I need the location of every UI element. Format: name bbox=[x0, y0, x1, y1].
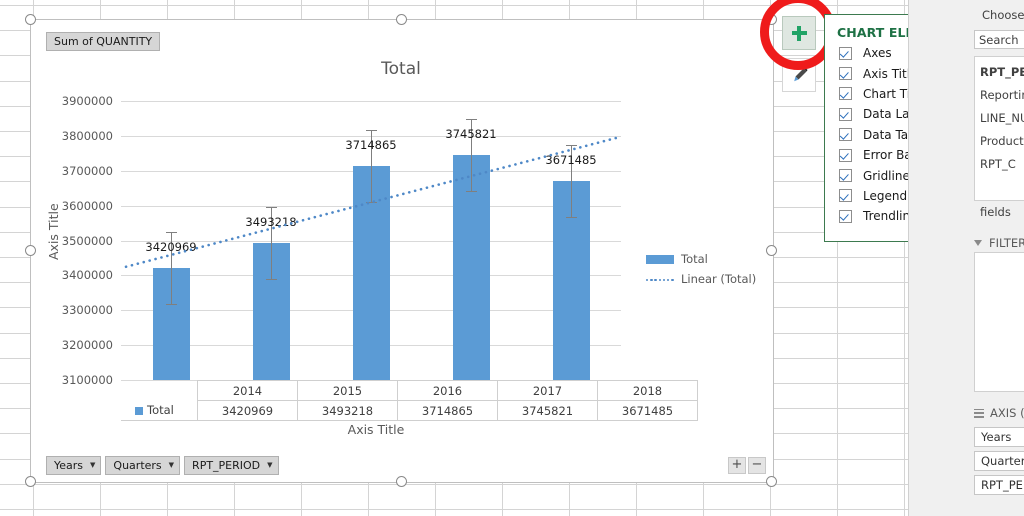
field-list[interactable]: RPT_PERIOD Reporting LINE_NUM Product RPT_C bbox=[974, 56, 1024, 201]
x-axis-title[interactable]: Axis Title bbox=[281, 422, 471, 437]
chart-legend[interactable]: Total Linear (Total) bbox=[646, 249, 756, 289]
axis-area-header: AXIS (C bbox=[974, 406, 1024, 420]
pivot-chart-frame[interactable]: Sum of QUANTITY Total Axis Title 3900000… bbox=[30, 19, 774, 483]
selection-handle-bottom-left[interactable] bbox=[25, 476, 36, 487]
legend-entry-total[interactable]: Total bbox=[646, 249, 756, 269]
y-axis-tick-label: 3700000 bbox=[61, 163, 113, 178]
checkbox-checked-icon[interactable] bbox=[839, 46, 852, 60]
data-table-value-2017: 3745821 bbox=[497, 400, 598, 421]
checkbox-checked-icon[interactable] bbox=[839, 87, 852, 101]
chart-title[interactable]: Total bbox=[341, 59, 461, 79]
checkbox-checked-icon[interactable] bbox=[839, 107, 852, 121]
data-table-corner bbox=[121, 381, 198, 401]
chart-element-label: Legend bbox=[863, 188, 908, 203]
field-button-rpt_period[interactable]: RPT_PERIOD ▼ bbox=[184, 456, 279, 475]
axis-field-chip-years[interactable]: Years bbox=[974, 427, 1024, 447]
more-fields-label: fields bbox=[980, 205, 1011, 219]
chevron-down-icon[interactable]: ▼ bbox=[267, 462, 272, 469]
plot-area[interactable]: 3900000 3800000 3700000 3600000 3500000 34000… bbox=[62, 94, 621, 387]
legend-label: Linear (Total) bbox=[681, 272, 757, 286]
data-table-category-2017: 2017 bbox=[497, 380, 598, 401]
field-list-item-rpt_period[interactable]: RPT_PERIOD bbox=[980, 65, 1024, 79]
selection-handle-top-center[interactable] bbox=[396, 14, 407, 25]
choose-fields-label: Choose fields bbox=[982, 8, 1024, 22]
checkbox-checked-icon[interactable] bbox=[839, 67, 852, 81]
data-table-value-2015: 3493218 bbox=[297, 400, 398, 421]
field-list-item-reporting[interactable]: Reporting bbox=[980, 88, 1024, 102]
chevron-down-icon[interactable]: ▼ bbox=[169, 462, 174, 469]
table-row-header: 2014 2015 2016 2017 2018 bbox=[121, 380, 698, 401]
y-axis-tick-label: 3200000 bbox=[61, 338, 113, 353]
selection-handle-bottom-right[interactable] bbox=[766, 476, 777, 487]
y-axis-tick-label: 3900000 bbox=[61, 94, 113, 108]
y-axis-tick-label: 3500000 bbox=[61, 233, 113, 248]
y-axis-tick-label: 3100000 bbox=[61, 373, 113, 387]
search-input-placeholder: Search bbox=[979, 33, 1019, 47]
selection-handle-bottom-center[interactable] bbox=[396, 476, 407, 487]
search-input[interactable]: Search bbox=[974, 30, 1024, 49]
field-button-years[interactable]: Years ▼ bbox=[46, 456, 102, 475]
chart-element-label: Axes bbox=[863, 46, 892, 61]
checkbox-checked-icon[interactable] bbox=[839, 169, 852, 183]
selection-handle-top-left[interactable] bbox=[25, 14, 36, 25]
expand-collapse-buttons[interactable]: + − bbox=[728, 457, 766, 474]
grid-row-line bbox=[0, 5, 1024, 6]
field-button-label: RPT_PERIOD bbox=[192, 459, 261, 472]
field-list-item-rpt_c[interactable]: RPT_C bbox=[980, 157, 1016, 171]
series-swatch bbox=[135, 406, 143, 415]
filters-dropzone[interactable] bbox=[974, 252, 1024, 392]
field-button-label: Years bbox=[54, 459, 84, 472]
pivot-field-buttons[interactable]: Years ▼ Quarters ▼ RPT_PERIOD ▼ bbox=[46, 456, 279, 475]
funnel-icon bbox=[974, 239, 983, 248]
legend-bar-swatch bbox=[646, 254, 674, 264]
field-list-item-product[interactable]: Product bbox=[980, 134, 1024, 148]
expand-field-button[interactable]: + bbox=[728, 457, 746, 474]
y-axis-tick-label: 3300000 bbox=[61, 303, 113, 318]
checkbox-checked-icon[interactable] bbox=[839, 209, 852, 223]
data-table-value-2014: 3420969 bbox=[197, 400, 298, 421]
axis-field-chip-rpt_period[interactable]: RPT_PERIOD bbox=[974, 475, 1024, 495]
filters-area-label: FILTERS bbox=[989, 236, 1024, 250]
pivottable-fields-pane[interactable]: Choose fields Search RPT_PERIOD Reporting… bbox=[908, 0, 1024, 516]
collapse-field-button[interactable]: − bbox=[748, 457, 766, 474]
field-button-quarters[interactable]: Quarters ▼ bbox=[105, 456, 181, 475]
field-button-label: Quarters bbox=[113, 459, 162, 472]
checkbox-checked-icon[interactable] bbox=[839, 189, 852, 203]
checkbox-checked-icon[interactable] bbox=[839, 128, 852, 142]
grid-row-line bbox=[0, 509, 1024, 510]
chevron-down-icon[interactable]: ▼ bbox=[90, 462, 95, 469]
field-list-item-line_num[interactable]: LINE_NUM bbox=[980, 111, 1024, 125]
data-table-category-2015: 2015 bbox=[297, 380, 398, 401]
axis-area-label: AXIS (C bbox=[990, 406, 1024, 420]
list-icon bbox=[974, 408, 984, 418]
legend-dotted-line-swatch bbox=[646, 275, 674, 284]
data-table-value-2016: 3714865 bbox=[397, 400, 498, 421]
data-table-value-2018: 3671485 bbox=[597, 400, 698, 421]
chart-data-table[interactable]: 2014 2015 2016 2017 2018 Total 3420969 3493218… bbox=[121, 380, 698, 421]
y-axis-tick-label: 3800000 bbox=[61, 128, 113, 143]
legend-entry-linear-total-[interactable]: Linear (Total) bbox=[646, 269, 756, 289]
filters-area-header: FILTERS bbox=[974, 236, 1024, 250]
y-axis-tick-label: 3600000 bbox=[61, 198, 113, 213]
grid-row-line bbox=[0, 484, 1024, 485]
selection-handle-middle-left[interactable] bbox=[25, 245, 36, 256]
data-table-category-2014: 2014 bbox=[197, 380, 298, 401]
data-table-series-label: Total bbox=[147, 403, 174, 418]
data-table-series-cell: Total bbox=[121, 400, 198, 421]
trendline[interactable] bbox=[121, 101, 621, 380]
data-table-category-2018: 2018 bbox=[597, 380, 698, 401]
value-field-button[interactable]: Sum of QUANTITY bbox=[46, 32, 161, 51]
axis-field-chip-quarters[interactable]: Quarters bbox=[974, 451, 1024, 471]
y-axis-tick-label: 3400000 bbox=[61, 268, 113, 283]
selection-handle-middle-right[interactable] bbox=[766, 245, 777, 256]
table-row-values: Total 3420969 3493218 3714865 3745821 3671485 bbox=[121, 400, 698, 421]
checkbox-checked-icon[interactable] bbox=[839, 148, 852, 162]
legend-label: Total bbox=[681, 252, 708, 266]
data-table-category-2016: 2016 bbox=[397, 380, 498, 401]
